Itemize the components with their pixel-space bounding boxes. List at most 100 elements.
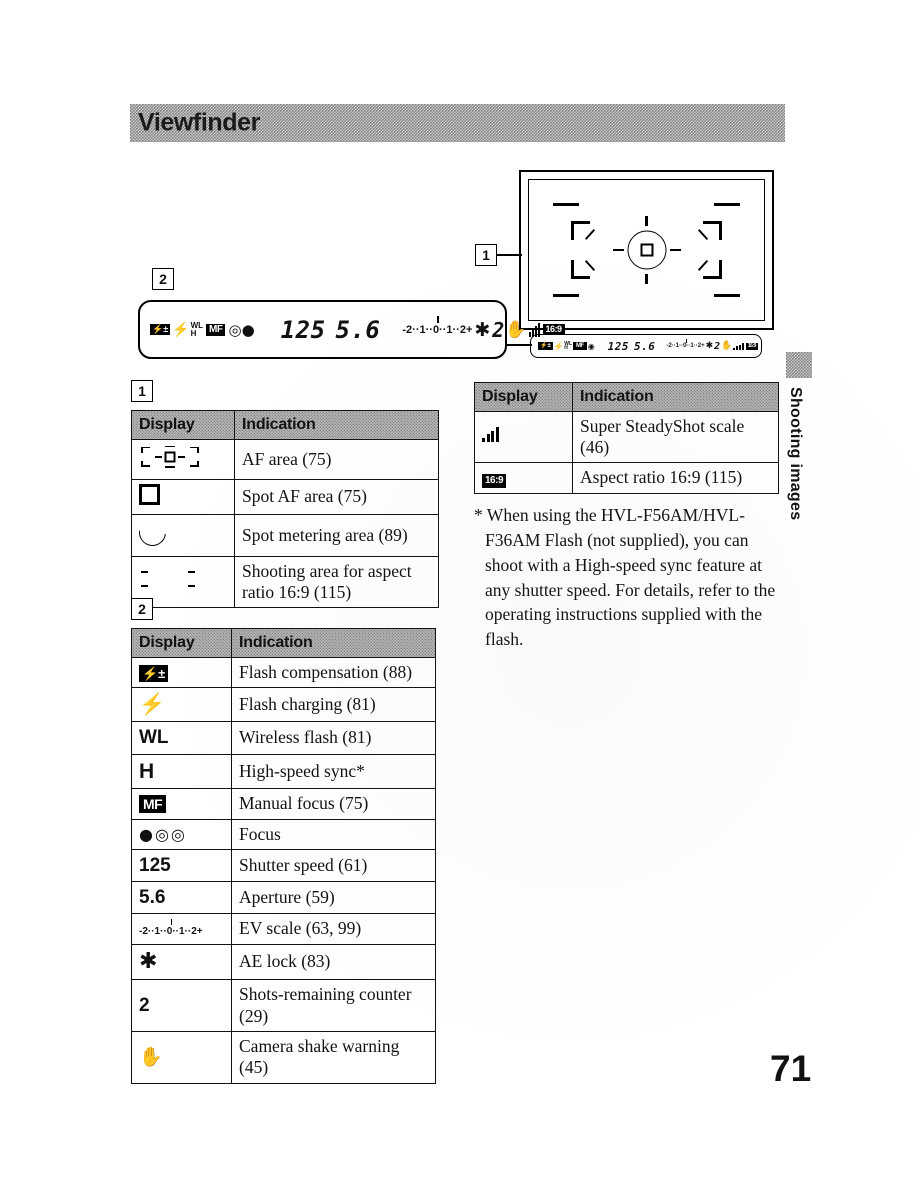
leader-line-callout-2 [504, 344, 532, 346]
manual-focus-icon: MF [139, 795, 167, 814]
indication-cell: High-speed sync* [231, 753, 436, 790]
aperture-value: 5.6 [139, 887, 166, 909]
indication-cell: Flash compensation (88) [231, 656, 436, 688]
aspect-ratio-169-icon: 16:9 [745, 342, 758, 350]
ev-scale-icon: -2··1··0··1··2+ [666, 339, 705, 349]
aspect-169-area-icon [139, 566, 197, 592]
focus-indicator-icon: ◉ [587, 341, 595, 351]
table-row: WL Wireless flash (81) [131, 721, 436, 755]
aspect-dash-bottom-right [714, 294, 740, 297]
camera-shake-icon-large: ✋ [505, 319, 527, 340]
high-speed-sync-icon: H [139, 759, 155, 783]
aperture-value-large: 5.6 [335, 315, 381, 344]
af-area-icon [139, 444, 201, 470]
aspect-ratio-169-icon-large: 16:9 [542, 324, 565, 335]
table-row: ✱ AE lock (83) [131, 943, 436, 981]
page-number: 71 [770, 1048, 812, 1089]
aperture-value: 5.6 [634, 339, 656, 353]
page-title: Viewfinder [138, 108, 260, 137]
display-cell: 125 [131, 848, 232, 883]
display-cell: ⚡ [131, 686, 232, 723]
table1-header-indication: Indication [234, 410, 439, 440]
table2-marker: 2 [131, 598, 153, 620]
display-cell: 2 [131, 979, 232, 1033]
indication-cell: Super SteadyShot scale (46) [572, 410, 779, 464]
table-row: 5.6 Aperture (59) [131, 881, 436, 915]
shots-remaining-value: 2 [139, 995, 150, 1017]
ae-lock-icon: ✱ [705, 341, 714, 351]
flash-compensation-icon: ⚡± [139, 664, 169, 682]
manual-focus-icon-large: MF [206, 323, 226, 336]
aspect-dash-top-right [714, 203, 740, 206]
indication-cell: Flash charging (81) [231, 686, 436, 723]
table-header-row: Display Indication [474, 382, 779, 412]
table-header-row: Display Indication [131, 628, 436, 658]
indication-cell: AF area (75) [234, 438, 439, 480]
display-cell: 16:9 [474, 462, 573, 494]
steadyshot-bars-icon-large [528, 322, 540, 337]
ae-lock-icon: ✱ [139, 948, 158, 974]
table1-header-display: Display [131, 410, 235, 440]
callout-badge-2: 2 [152, 268, 174, 290]
viewfinder-steadyshot-table: Display Indication Super SteadyShot scal… [474, 382, 779, 494]
viewfinder-outer-frame [519, 170, 774, 330]
center-tick-top [645, 216, 648, 226]
side-tab: Shooting images [786, 352, 820, 520]
table1-marker: 1 [131, 380, 153, 402]
side-tab-marker [786, 352, 812, 378]
ae-lock-icon-large: ✱ [474, 318, 491, 341]
indication-cell: Spot metering area (89) [234, 514, 439, 557]
table-row: H High-speed sync* [131, 753, 436, 790]
table-header-row: Display Indication [131, 410, 439, 440]
table-row: 125 Shutter speed (61) [131, 848, 436, 883]
center-tick-bottom [645, 274, 648, 284]
display-cell: ✋ [131, 1031, 232, 1084]
center-tick-right [669, 248, 681, 252]
table-row: Super SteadyShot scale (46) [474, 410, 779, 464]
viewfinder-area-table: Display Indication AF area (75) Spot AF … [131, 410, 439, 609]
camera-shake-icon: ✋ [721, 341, 733, 351]
ev-scale-icon: -2··1··0··1··2+ [139, 919, 203, 937]
table-row: ⚡± Flash compensation (88) [131, 656, 436, 688]
flash-charging-icon: ⚡ [139, 692, 166, 716]
shutter-speed-value: 125 [607, 339, 630, 353]
display-cell: -2··1··0··1··2+ [131, 913, 232, 945]
camera-shake-icon: ✋ [139, 1045, 163, 1068]
side-tab-label: Shooting images [787, 387, 804, 521]
table3-header-display: Display [474, 382, 573, 412]
flash-charging-icon-large: ⚡ [172, 321, 190, 337]
footnote-text: * When using the HVL-F56AM/HVL-F36AM Fla… [474, 505, 776, 650]
table3-header-indication: Indication [572, 382, 779, 412]
shutter-speed-value-large: 125 [280, 315, 326, 344]
manual-focus-icon: MF [573, 342, 587, 350]
aspect-dash-bottom-left [553, 294, 579, 297]
table-row: ●◎◎ Focus [131, 818, 436, 850]
indication-cell: Wireless flash (81) [231, 721, 436, 755]
table-row: MF Manual focus (75) [131, 788, 436, 820]
shutter-speed-value: 125 [139, 854, 171, 876]
aspect-dash-top-left [553, 203, 579, 206]
table-row: AF area (75) [131, 438, 439, 480]
table-row: ⚡ Flash charging (81) [131, 686, 436, 723]
spot-af-center-square [640, 243, 653, 257]
spot-af-area-icon [139, 483, 160, 505]
wireless-highspeed-icon: WL H [564, 340, 573, 351]
steadyshot-bars-icon [733, 342, 745, 350]
callout-badge-1: 1 [475, 244, 497, 266]
table-row: -2··1··0··1··2+ EV scale (63, 99) [131, 913, 436, 945]
table-row: Shooting area for aspect ratio 16:9 (115… [131, 555, 439, 609]
display-cell: 5.6 [131, 881, 232, 915]
ev-scale-icon-large: -2··1··0··1··2+ [402, 315, 472, 336]
table-row: 16:9 Aspect ratio 16:9 (115) [474, 462, 779, 494]
indication-cell: Camera shake warning (45) [231, 1031, 436, 1084]
display-cell [131, 438, 235, 480]
indication-cell: Aspect ratio 16:9 (115) [572, 462, 779, 494]
center-tick-left [612, 248, 624, 252]
flash-charging-icon: ⚡ [553, 341, 564, 351]
viewfinder-indicator-table: Display Indication ⚡± Flash compensation… [131, 628, 436, 1084]
indication-cell: Shooting area for aspect ratio 16:9 (115… [234, 555, 439, 609]
table2-header-indication: Indication [231, 628, 436, 658]
indication-cell: Focus [231, 818, 436, 850]
wireless-flash-icon: WL [139, 727, 169, 749]
aspect-ratio-169-icon: 16:9 [482, 474, 507, 489]
